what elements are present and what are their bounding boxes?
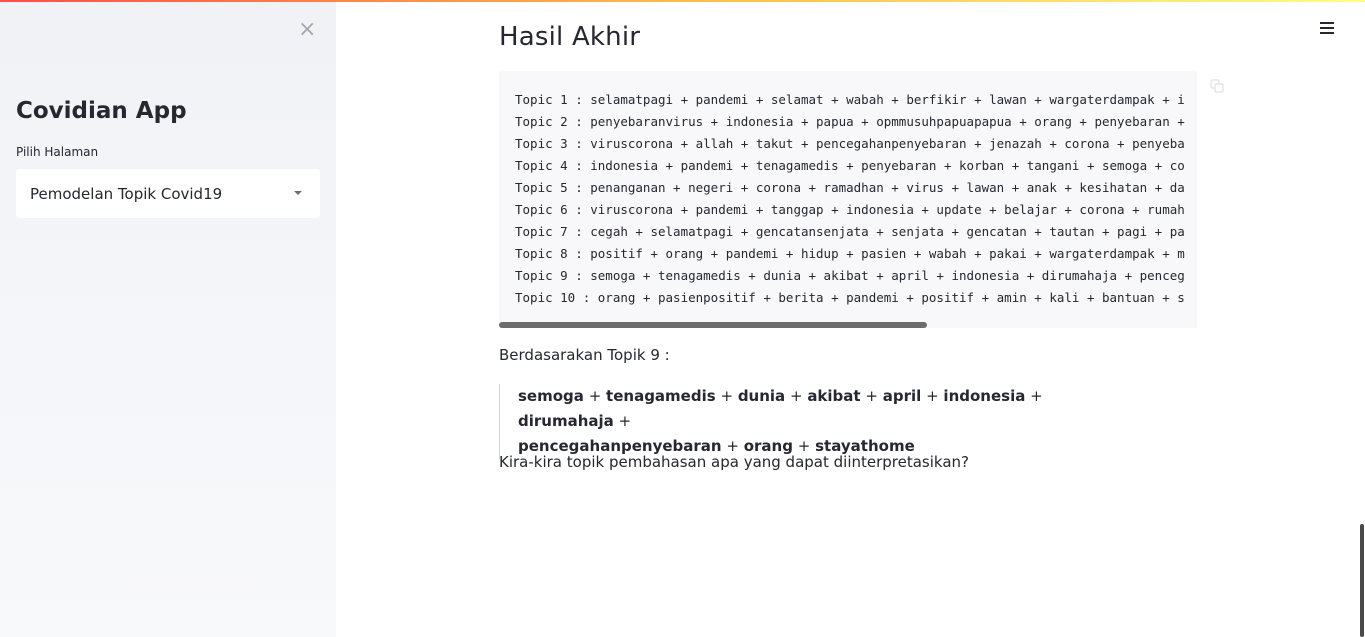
page-select[interactable]: Pemodelan Topik Covid19: [16, 169, 320, 218]
code-horizontal-scrollbar[interactable]: [499, 322, 927, 328]
plus-sign: +: [588, 387, 602, 405]
topic-line: Topic 1 : selamatpagi + pandemi + selama…: [515, 92, 1185, 107]
topic9-blockquote: semoga + tenagamedis + dunia + akibat + …: [499, 384, 1118, 459]
topics-code-block: Topic 1 : selamatpagi + pandemi + selama…: [499, 71, 1197, 328]
plus-sign: +: [865, 387, 878, 405]
select-label: Pilih Halaman: [16, 145, 99, 159]
topic-line: Topic 5 : penanganan + negeri + corona +…: [515, 180, 1185, 195]
plus-sign: +: [926, 387, 939, 405]
topic-term: dunia: [737, 387, 786, 405]
topic-line: Topic 4 : indonesia + pandemi + tenagame…: [515, 158, 1185, 173]
hamburger-menu-icon[interactable]: [1320, 22, 1336, 36]
plus-sign: +: [789, 387, 803, 405]
close-sidebar-icon[interactable]: ×: [298, 18, 316, 42]
topic-term: april: [882, 387, 922, 405]
interpretation-question: Kira-kira topik pembahasan apa yang dapa…: [499, 453, 969, 471]
topic-line: Topic 9 : semoga + tenagamedis + dunia +…: [515, 268, 1185, 283]
plus-sign: +: [1030, 387, 1043, 405]
app-title: Covidian App: [16, 98, 187, 124]
topic-term: indonesia: [943, 387, 1026, 405]
topics-code-lines: Topic 1 : selamatpagi + pandemi + selama…: [515, 89, 1185, 309]
topic-line: Topic 8 : positif + orang + pandemi + hi…: [515, 246, 1185, 261]
sidebar: × Covidian App Pilih Halaman Pemodelan T…: [0, 2, 336, 637]
page-select-value: Pemodelan Topik Covid19: [30, 184, 223, 203]
topic-line: Topic 3 : viruscorona + allah + takut + …: [515, 136, 1185, 151]
copy-icon[interactable]: [1209, 78, 1225, 94]
page-title: Hasil Akhir: [499, 22, 641, 52]
topic-line: Topic 10 : orang + pasienpositif + berit…: [515, 290, 1185, 305]
topic-term: tenagamedis: [606, 387, 716, 405]
topic-term: semoga: [518, 387, 584, 405]
topic-line: Topic 2 : penyebaranvirus + indonesia + …: [515, 114, 1185, 129]
topic-term: akibat: [807, 387, 861, 405]
topic-line: Topic 6 : viruscorona + pandemi + tangga…: [515, 202, 1185, 217]
page-vertical-scrollbar[interactable]: [1360, 524, 1364, 637]
topic-line: Topic 7 : cegah + selamatpagi + gencatan…: [515, 224, 1185, 239]
topic-term: dirumahaja: [518, 412, 614, 430]
plus-sign: +: [618, 412, 632, 430]
topic9-intro: Berdasarakan Topik 9 :: [499, 346, 670, 364]
plus-sign: +: [720, 387, 734, 405]
chevron-down-icon: [294, 191, 302, 195]
